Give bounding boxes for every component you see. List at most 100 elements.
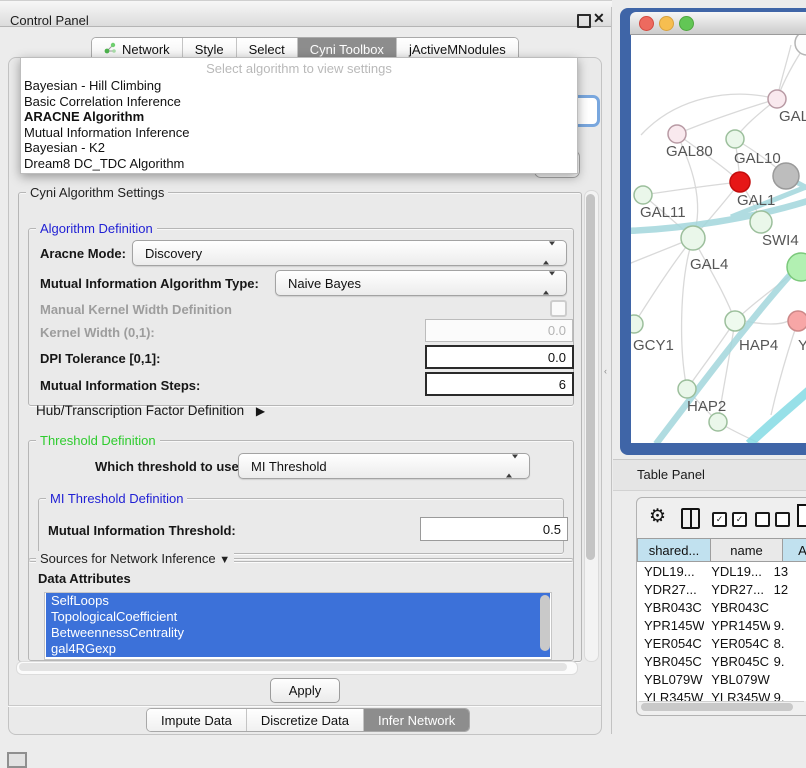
column-header[interactable]: A xyxy=(783,538,806,562)
table-cell: 9. xyxy=(770,618,806,633)
data-attributes-label: Data Attributes xyxy=(38,571,131,586)
which-threshold-select[interactable]: MI Threshold xyxy=(238,453,530,479)
application-window: Control Panel ✕ NetworkStyleSelectCyni T… xyxy=(0,0,806,762)
dpi-tolerance-label: DPI Tolerance [0,1]: xyxy=(40,351,160,366)
attribute-item-selected[interactable]: SelfLoops xyxy=(46,593,550,609)
node-label: GAL1 xyxy=(737,192,775,209)
settings-scrollbar-thumb[interactable] xyxy=(586,194,595,560)
which-threshold-value: MI Threshold xyxy=(251,459,327,474)
tab-discretize-data[interactable]: Discretize Data xyxy=(247,709,364,731)
table-cell: YBR043C xyxy=(704,600,769,615)
document-icon[interactable] xyxy=(797,504,806,527)
algorithm-option[interactable]: Dream8 DC_TDC Algorithm xyxy=(24,156,574,172)
checked-pair-icon[interactable]: ✓✓ xyxy=(712,512,747,527)
table-row[interactable]: YDL19...YDL19...13 xyxy=(637,562,806,580)
sources-title-label: Sources for Network Inference xyxy=(40,551,216,566)
kernel-width-label: Kernel Width (0,1): xyxy=(40,325,155,340)
table-cell: YBR045C xyxy=(704,654,769,669)
table-row[interactable]: YLR345WYLR345W9. xyxy=(637,688,806,701)
algorithm-dropdown-prompt: Select algorithm to view settings xyxy=(21,61,577,76)
tab-impute-data[interactable]: Impute Data xyxy=(147,709,247,731)
which-threshold-label: Which threshold to use: xyxy=(95,459,243,474)
table-cell: YLR345W xyxy=(637,690,704,702)
kernel-width-input[interactable]: 0.0 xyxy=(425,319,573,342)
table-row[interactable]: YBR043CYBR043C xyxy=(637,598,806,616)
attribute-item-selected[interactable]: BetweennessCentrality xyxy=(46,625,550,641)
minimized-panel-icon[interactable] xyxy=(7,752,27,768)
table-row[interactable]: YER054CYER054C8. xyxy=(637,634,806,652)
algorithm-option[interactable]: Mutual Information Inference xyxy=(24,125,574,141)
close-light-red[interactable] xyxy=(639,16,654,31)
algorithm-option[interactable]: Bayesian - K2 xyxy=(24,140,574,156)
table-cell: YLR345W xyxy=(704,690,769,702)
control-panel-title: Control Panel xyxy=(10,13,89,28)
table-cell: YBR043C xyxy=(637,600,704,615)
minimize-light-yellow[interactable] xyxy=(659,16,674,31)
dpi-tolerance-input[interactable]: 0.0 xyxy=(425,345,574,369)
aracne-mode-select[interactable]: Discovery xyxy=(132,240,567,266)
tab-label: jActiveMNodules xyxy=(409,42,506,57)
table-cell: 13 xyxy=(770,564,806,579)
table-row[interactable]: YBL079WYBL079W xyxy=(637,670,806,688)
node-label: HAP4 xyxy=(739,337,778,354)
node-label: SWI4 xyxy=(762,232,799,249)
column-header[interactable]: name xyxy=(711,538,783,562)
sources-group-title[interactable]: Sources for Network Inference ▼ xyxy=(36,551,234,566)
mi-steps-input[interactable]: 6 xyxy=(425,372,574,396)
table-panel-title: Table Panel xyxy=(637,467,705,482)
mi-threshold-group-title: MI Threshold Definition xyxy=(46,491,187,506)
table-cell: YDL19... xyxy=(637,564,704,579)
mi-algorithm-type-select[interactable]: Naive Bayes xyxy=(275,270,567,296)
table-row[interactable]: YBR045CYBR045C9. xyxy=(637,652,806,670)
tab-label: Select xyxy=(249,42,285,57)
table-cell: YPR145W xyxy=(704,618,769,633)
algorithm-dropdown-popup: Select algorithm to view settings Bayesi… xyxy=(20,57,578,174)
columns-icon[interactable] xyxy=(681,508,700,529)
attribute-item-selected[interactable]: gal4RGexp xyxy=(46,641,550,657)
table-row[interactable]: YDR27...YDR27...12 xyxy=(637,580,806,598)
table-cell: YER054C xyxy=(704,636,769,651)
gear-icon[interactable]: ⚙ xyxy=(649,505,666,528)
tab-label: Network xyxy=(122,42,170,57)
column-header[interactable]: shared... xyxy=(637,538,711,562)
network-canvas[interactable]: GALGAL80GAL10GAL1GAL11SWI4GAL4GCY1HAP4YH… xyxy=(631,35,806,443)
table-cell: 9. xyxy=(770,690,806,702)
algorithm-definition-title: Algorithm Definition xyxy=(36,221,157,236)
threshold-definition-title: Threshold Definition xyxy=(36,433,160,448)
table-hscrollbar-thumb[interactable] xyxy=(641,703,793,711)
close-icon[interactable]: ✕ xyxy=(593,10,605,27)
aracne-mode-label: Aracne Mode: xyxy=(40,246,126,261)
collapse-down-icon[interactable]: ▼ xyxy=(219,554,230,566)
node-label: GAL4 xyxy=(690,256,728,273)
mi-threshold-input[interactable]: 0.5 xyxy=(420,517,568,541)
network-window-titlebar[interactable] xyxy=(630,12,806,35)
algorithm-option[interactable]: Bayesian - Hill Climbing xyxy=(24,78,574,94)
algorithm-option[interactable]: ARACNE Algorithm xyxy=(24,109,574,125)
control-panel-titlebar[interactable]: Control Panel ✕ xyxy=(0,0,612,27)
hub-definition-toggle[interactable]: Hub/Transcription Factor Definition ▶ xyxy=(36,403,265,418)
attribute-item-selected[interactable]: TopologicalCoefficient xyxy=(46,609,550,625)
panel-right-border xyxy=(611,7,612,734)
data-attributes-list[interactable]: SelfLoopsTopologicalCoefficientBetweenne… xyxy=(44,592,552,660)
network-icon xyxy=(104,42,117,57)
table-cell: 9. xyxy=(770,654,806,669)
zoom-light-green[interactable] xyxy=(679,16,694,31)
expand-right-icon[interactable]: ▶ xyxy=(256,404,265,418)
float-icon[interactable] xyxy=(577,14,591,28)
table-cell: 12 xyxy=(770,582,806,597)
table-cell: YPR145W xyxy=(637,618,704,633)
algorithm-option[interactable]: Basic Correlation Inference xyxy=(24,94,574,110)
table-cell: YBL079W xyxy=(637,672,704,687)
split-pane-grip[interactable]: ‹ xyxy=(604,366,607,376)
list-scrollbar[interactable] xyxy=(540,595,550,651)
tab-label: Cyni Toolbox xyxy=(310,42,384,57)
table-row[interactable]: YPR145WYPR145W9. xyxy=(637,616,806,634)
tab-infer-network[interactable]: Infer Network xyxy=(364,709,469,731)
table-cell: YDR27... xyxy=(637,582,704,597)
table-cell: YER054C xyxy=(637,636,704,651)
apply-button[interactable]: Apply xyxy=(270,678,340,703)
manual-kernel-width-checkbox[interactable] xyxy=(550,300,567,317)
settings-hscrollbar-thumb[interactable] xyxy=(19,663,567,671)
unchecked-pair-icon[interactable] xyxy=(755,512,790,527)
node-label: GAL11 xyxy=(640,204,686,221)
